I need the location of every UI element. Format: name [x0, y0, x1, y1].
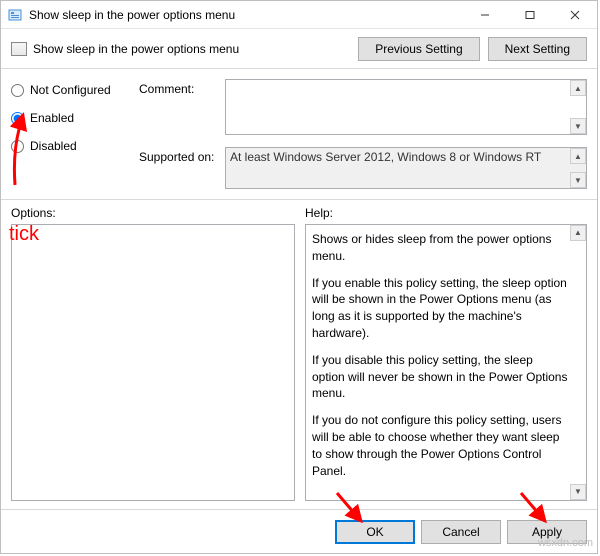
- subheader: Show sleep in the power options menu Pre…: [1, 29, 597, 69]
- previous-setting-button[interactable]: Previous Setting: [358, 37, 479, 61]
- radio-not-configured[interactable]: Not Configured: [11, 83, 131, 97]
- radio-disabled-label: Disabled: [30, 139, 77, 153]
- titlebar: Show sleep in the power options menu: [1, 1, 597, 29]
- footer: OK Cancel Apply: [1, 509, 597, 553]
- watermark: wsxdn.com: [538, 537, 593, 549]
- cancel-button[interactable]: Cancel: [421, 520, 501, 544]
- help-scroll[interactable]: ▲▼: [570, 225, 586, 500]
- help-heading: Help:: [305, 206, 333, 220]
- options-panel: [11, 224, 295, 501]
- policy-icon: [7, 7, 23, 23]
- supported-on-box: At least Windows Server 2012, Windows 8 …: [225, 147, 587, 189]
- supported-scroll[interactable]: ▲▼: [570, 148, 586, 188]
- supported-on-label: Supported on:: [139, 147, 217, 189]
- help-p3: If you disable this policy setting, the …: [312, 352, 568, 402]
- comment-textarea[interactable]: ▲▼: [225, 79, 587, 135]
- policy-sub-icon: [11, 42, 27, 56]
- settings-area: Not Configured Enabled Disabled Comment:…: [1, 69, 597, 200]
- radio-enabled-label: Enabled: [30, 111, 74, 125]
- comment-label: Comment:: [139, 79, 217, 135]
- supported-on-value: At least Windows Server 2012, Windows 8 …: [230, 150, 541, 164]
- next-setting-button[interactable]: Next Setting: [488, 37, 587, 61]
- ok-button[interactable]: OK: [335, 520, 415, 544]
- help-p1: Shows or hides sleep from the power opti…: [312, 231, 568, 265]
- minimize-button[interactable]: [462, 1, 507, 28]
- help-p2: If you enable this policy setting, the s…: [312, 275, 568, 342]
- window-title: Show sleep in the power options menu: [29, 8, 235, 22]
- radio-enabled[interactable]: Enabled: [11, 111, 131, 125]
- close-button[interactable]: [552, 1, 597, 28]
- help-panel: Shows or hides sleep from the power opti…: [305, 224, 587, 501]
- maximize-button[interactable]: [507, 1, 552, 28]
- radio-disabled[interactable]: Disabled: [11, 139, 131, 153]
- help-p4: If you do not configure this policy sett…: [312, 412, 568, 479]
- radio-not-configured-label: Not Configured: [30, 83, 111, 97]
- comment-scroll[interactable]: ▲▼: [570, 80, 586, 134]
- policy-subtitle: Show sleep in the power options menu: [33, 42, 239, 56]
- options-heading: Options:: [11, 206, 305, 220]
